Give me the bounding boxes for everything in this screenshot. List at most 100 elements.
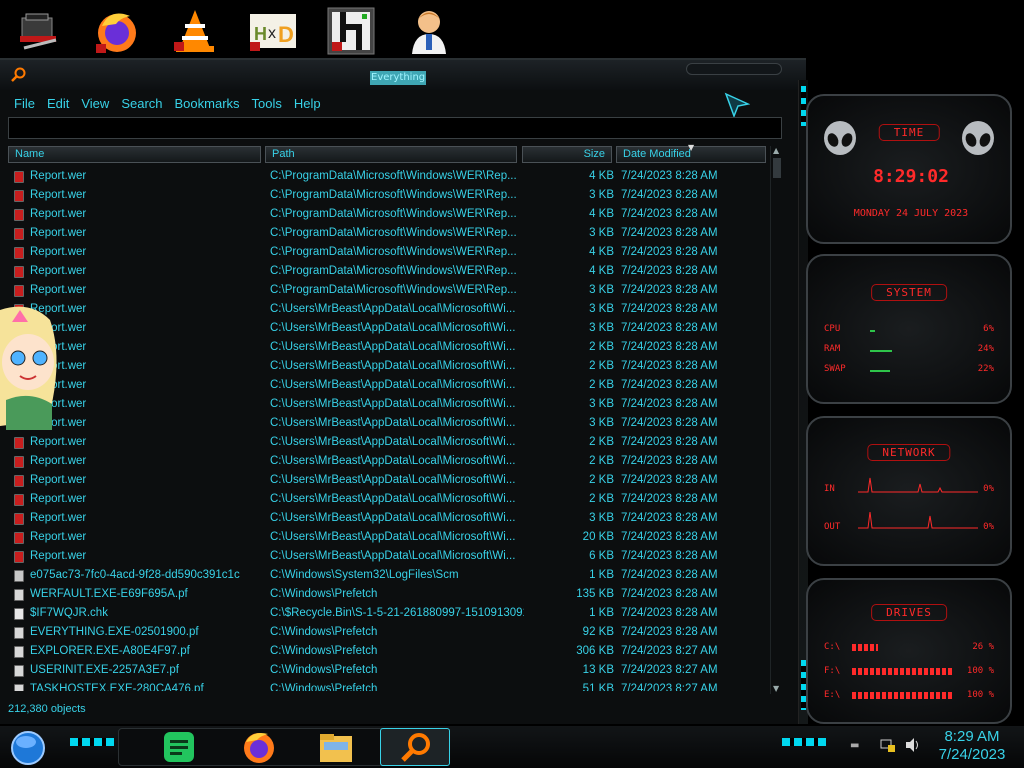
table-row[interactable]: $IF7WQJR.chk C:\$Recycle.Bin\S-1-5-21-261…: [8, 604, 768, 623]
wer-file-icon: [14, 456, 24, 468]
file-name-cell: Report.wer: [30, 550, 87, 562]
doctor-avatar-icon[interactable]: [404, 6, 454, 56]
table-row[interactable]: USERINIT.EXE-2257A3E7.pf C:\Windows\Prefe…: [8, 661, 768, 680]
scrollbar-thumb[interactable]: [773, 158, 781, 178]
table-row[interactable]: Report.wer C:\ProgramData\Microsoft\Windo…: [8, 205, 768, 224]
file-path-cell: C:\Users\MrBeast\AppData\Local\Microsoft…: [270, 379, 516, 391]
file-size-cell: 6 KB: [589, 550, 614, 562]
menu-edit[interactable]: Edit: [41, 93, 75, 115]
table-row[interactable]: Report.wer C:\Users\MrBeast\AppData\Local…: [8, 490, 768, 509]
maze-app-icon[interactable]: [326, 6, 376, 56]
network-status-icon[interactable]: [880, 737, 896, 757]
desktop-icons: H x D: [0, 0, 800, 60]
start-orb-icon[interactable]: [4, 728, 52, 766]
file-date-cell: 7/24/2023 8:28 AM: [621, 417, 718, 429]
table-row[interactable]: TASKHOSTEX.EXE-280CA476.pf C:\Windows\Pre…: [8, 680, 768, 691]
everything-search-icon[interactable]: [380, 728, 450, 766]
scroll-down-icon[interactable]: ▼: [773, 684, 779, 693]
table-row[interactable]: Report.wer C:\Users\MrBeast\AppData\Local…: [8, 300, 768, 319]
column-header-size[interactable]: Size: [522, 146, 612, 163]
file-path-cell: C:\Users\MrBeast\AppData\Local\Microsoft…: [270, 322, 516, 334]
table-row[interactable]: Report.wer C:\Users\MrBeast\AppData\Local…: [8, 376, 768, 395]
file-date-cell: 7/24/2023 8:28 AM: [621, 284, 718, 296]
wer-file-icon: [14, 551, 24, 563]
file-date-cell: 7/24/2023 8:28 AM: [621, 303, 718, 315]
menu-file[interactable]: File: [8, 93, 41, 115]
chk-file-icon: [14, 608, 24, 620]
table-row[interactable]: Report.wer C:\Users\MrBeast\AppData\Local…: [8, 319, 768, 338]
file-name-cell: Report.wer: [30, 303, 87, 315]
file-name-cell: Report.wer: [30, 189, 87, 201]
file-date-cell: 7/24/2023 8:28 AM: [621, 189, 718, 201]
show-hidden-icons-icon[interactable]: ▬: [850, 740, 859, 751]
menu-search[interactable]: Search: [115, 93, 168, 115]
table-row[interactable]: Report.wer C:\Users\MrBeast\AppData\Local…: [8, 452, 768, 471]
file-size-cell: 3 KB: [589, 284, 614, 296]
table-row[interactable]: EVERYTHING.EXE-02501900.pf C:\Windows\Pre…: [8, 623, 768, 642]
vlc-icon[interactable]: [170, 6, 220, 56]
file-date-cell: 7/24/2023 8:28 AM: [621, 227, 718, 239]
file-size-cell: 1 KB: [589, 569, 614, 581]
file-size-cell: 2 KB: [589, 360, 614, 372]
vertical-scrollbar[interactable]: ▲ ▼: [770, 146, 782, 694]
file-path-cell: C:\Windows\Prefetch: [270, 664, 378, 676]
file-path-cell: C:\Users\MrBeast\AppData\Local\Microsoft…: [270, 531, 516, 543]
scroll-up-icon[interactable]: ▲: [773, 146, 779, 155]
drive-label: F:\: [824, 666, 841, 676]
file-size-cell: 3 KB: [589, 512, 614, 524]
file-name-cell: Report.wer: [30, 341, 87, 353]
system-metric-bar: [870, 350, 892, 352]
table-row[interactable]: Report.wer C:\Users\MrBeast\AppData\Local…: [8, 357, 768, 376]
table-row[interactable]: Report.wer C:\Users\MrBeast\AppData\Local…: [8, 528, 768, 547]
system-metric-label: RAM: [824, 344, 841, 354]
table-row[interactable]: Report.wer C:\Users\MrBeast\AppData\Local…: [8, 471, 768, 490]
network-in-graph: [858, 477, 978, 493]
table-row[interactable]: EXPLORER.EXE-A80E4F97.pf C:\Windows\Prefe…: [8, 642, 768, 661]
column-header-path[interactable]: Path: [265, 146, 517, 163]
menu-bookmarks[interactable]: Bookmarks: [169, 93, 246, 115]
desktop-character-sticker: [0, 300, 62, 430]
title-bar[interactable]: Everything: [0, 60, 806, 90]
table-row[interactable]: Report.wer C:\Users\MrBeast\AppData\Local…: [8, 395, 768, 414]
file-size-cell: 51 KB: [582, 683, 614, 691]
column-header-name[interactable]: Name: [8, 146, 261, 163]
menu-tools[interactable]: Tools: [246, 93, 288, 115]
firefox-icon[interactable]: [92, 6, 142, 56]
file-path-cell: C:\ProgramData\Microsoft\Windows\WER\Rep…: [270, 189, 517, 201]
firefox-icon[interactable]: [236, 728, 284, 766]
toolbox-icon[interactable]: [14, 6, 64, 56]
network-out-label: OUT: [824, 522, 841, 532]
table-row[interactable]: Report.wer C:\ProgramData\Microsoft\Windo…: [8, 262, 768, 281]
system-metric-label: SWAP: [824, 364, 846, 374]
menu-help[interactable]: Help: [288, 93, 327, 115]
table-row[interactable]: Report.wer C:\ProgramData\Microsoft\Windo…: [8, 186, 768, 205]
table-row[interactable]: e075ac73-7fc0-4acd-9f28-dd590c391c1c C:\W…: [8, 566, 768, 585]
taskbar-ornament-right: [782, 738, 826, 746]
file-date-cell: 7/24/2023 8:28 AM: [621, 474, 718, 486]
volume-icon[interactable]: [904, 737, 922, 757]
wer-file-icon: [14, 494, 24, 506]
file-size-cell: 4 KB: [589, 265, 614, 277]
table-row[interactable]: Report.wer C:\Users\MrBeast\AppData\Local…: [8, 509, 768, 528]
table-row[interactable]: Report.wer C:\Users\MrBeast\AppData\Local…: [8, 338, 768, 357]
table-row[interactable]: WERFAULT.EXE-E69F695A.pf C:\Windows\Prefe…: [8, 585, 768, 604]
table-row[interactable]: Report.wer C:\Users\MrBeast\AppData\Local…: [8, 414, 768, 433]
table-row[interactable]: Report.wer C:\ProgramData\Microsoft\Windo…: [8, 281, 768, 300]
table-row[interactable]: Report.wer C:\Users\MrBeast\AppData\Local…: [8, 547, 768, 566]
hxd-icon[interactable]: H x D: [248, 6, 298, 56]
file-name-cell: TASKHOSTEX.EXE-280CA476.pf: [30, 683, 204, 691]
table-row[interactable]: Report.wer C:\ProgramData\Microsoft\Windo…: [8, 167, 768, 186]
notes-app-icon[interactable]: [156, 728, 204, 766]
menu-view[interactable]: View: [75, 93, 115, 115]
column-headers: Name Path Size Date Modified ▼: [8, 143, 768, 164]
file-size-cell: 4 KB: [589, 208, 614, 220]
wer-file-icon: [14, 285, 24, 297]
table-row[interactable]: Report.wer C:\Users\MrBeast\AppData\Local…: [8, 433, 768, 452]
search-input[interactable]: [8, 117, 782, 139]
table-row[interactable]: Report.wer C:\ProgramData\Microsoft\Windo…: [8, 224, 768, 243]
table-row[interactable]: Report.wer C:\ProgramData\Microsoft\Windo…: [8, 243, 768, 262]
file-explorer-icon[interactable]: [312, 728, 360, 766]
file-name-cell: Report.wer: [30, 246, 87, 258]
taskbar-clock[interactable]: 8:29 AM 7/24/2023: [930, 728, 1014, 764]
network-out-graph: [858, 511, 978, 529]
